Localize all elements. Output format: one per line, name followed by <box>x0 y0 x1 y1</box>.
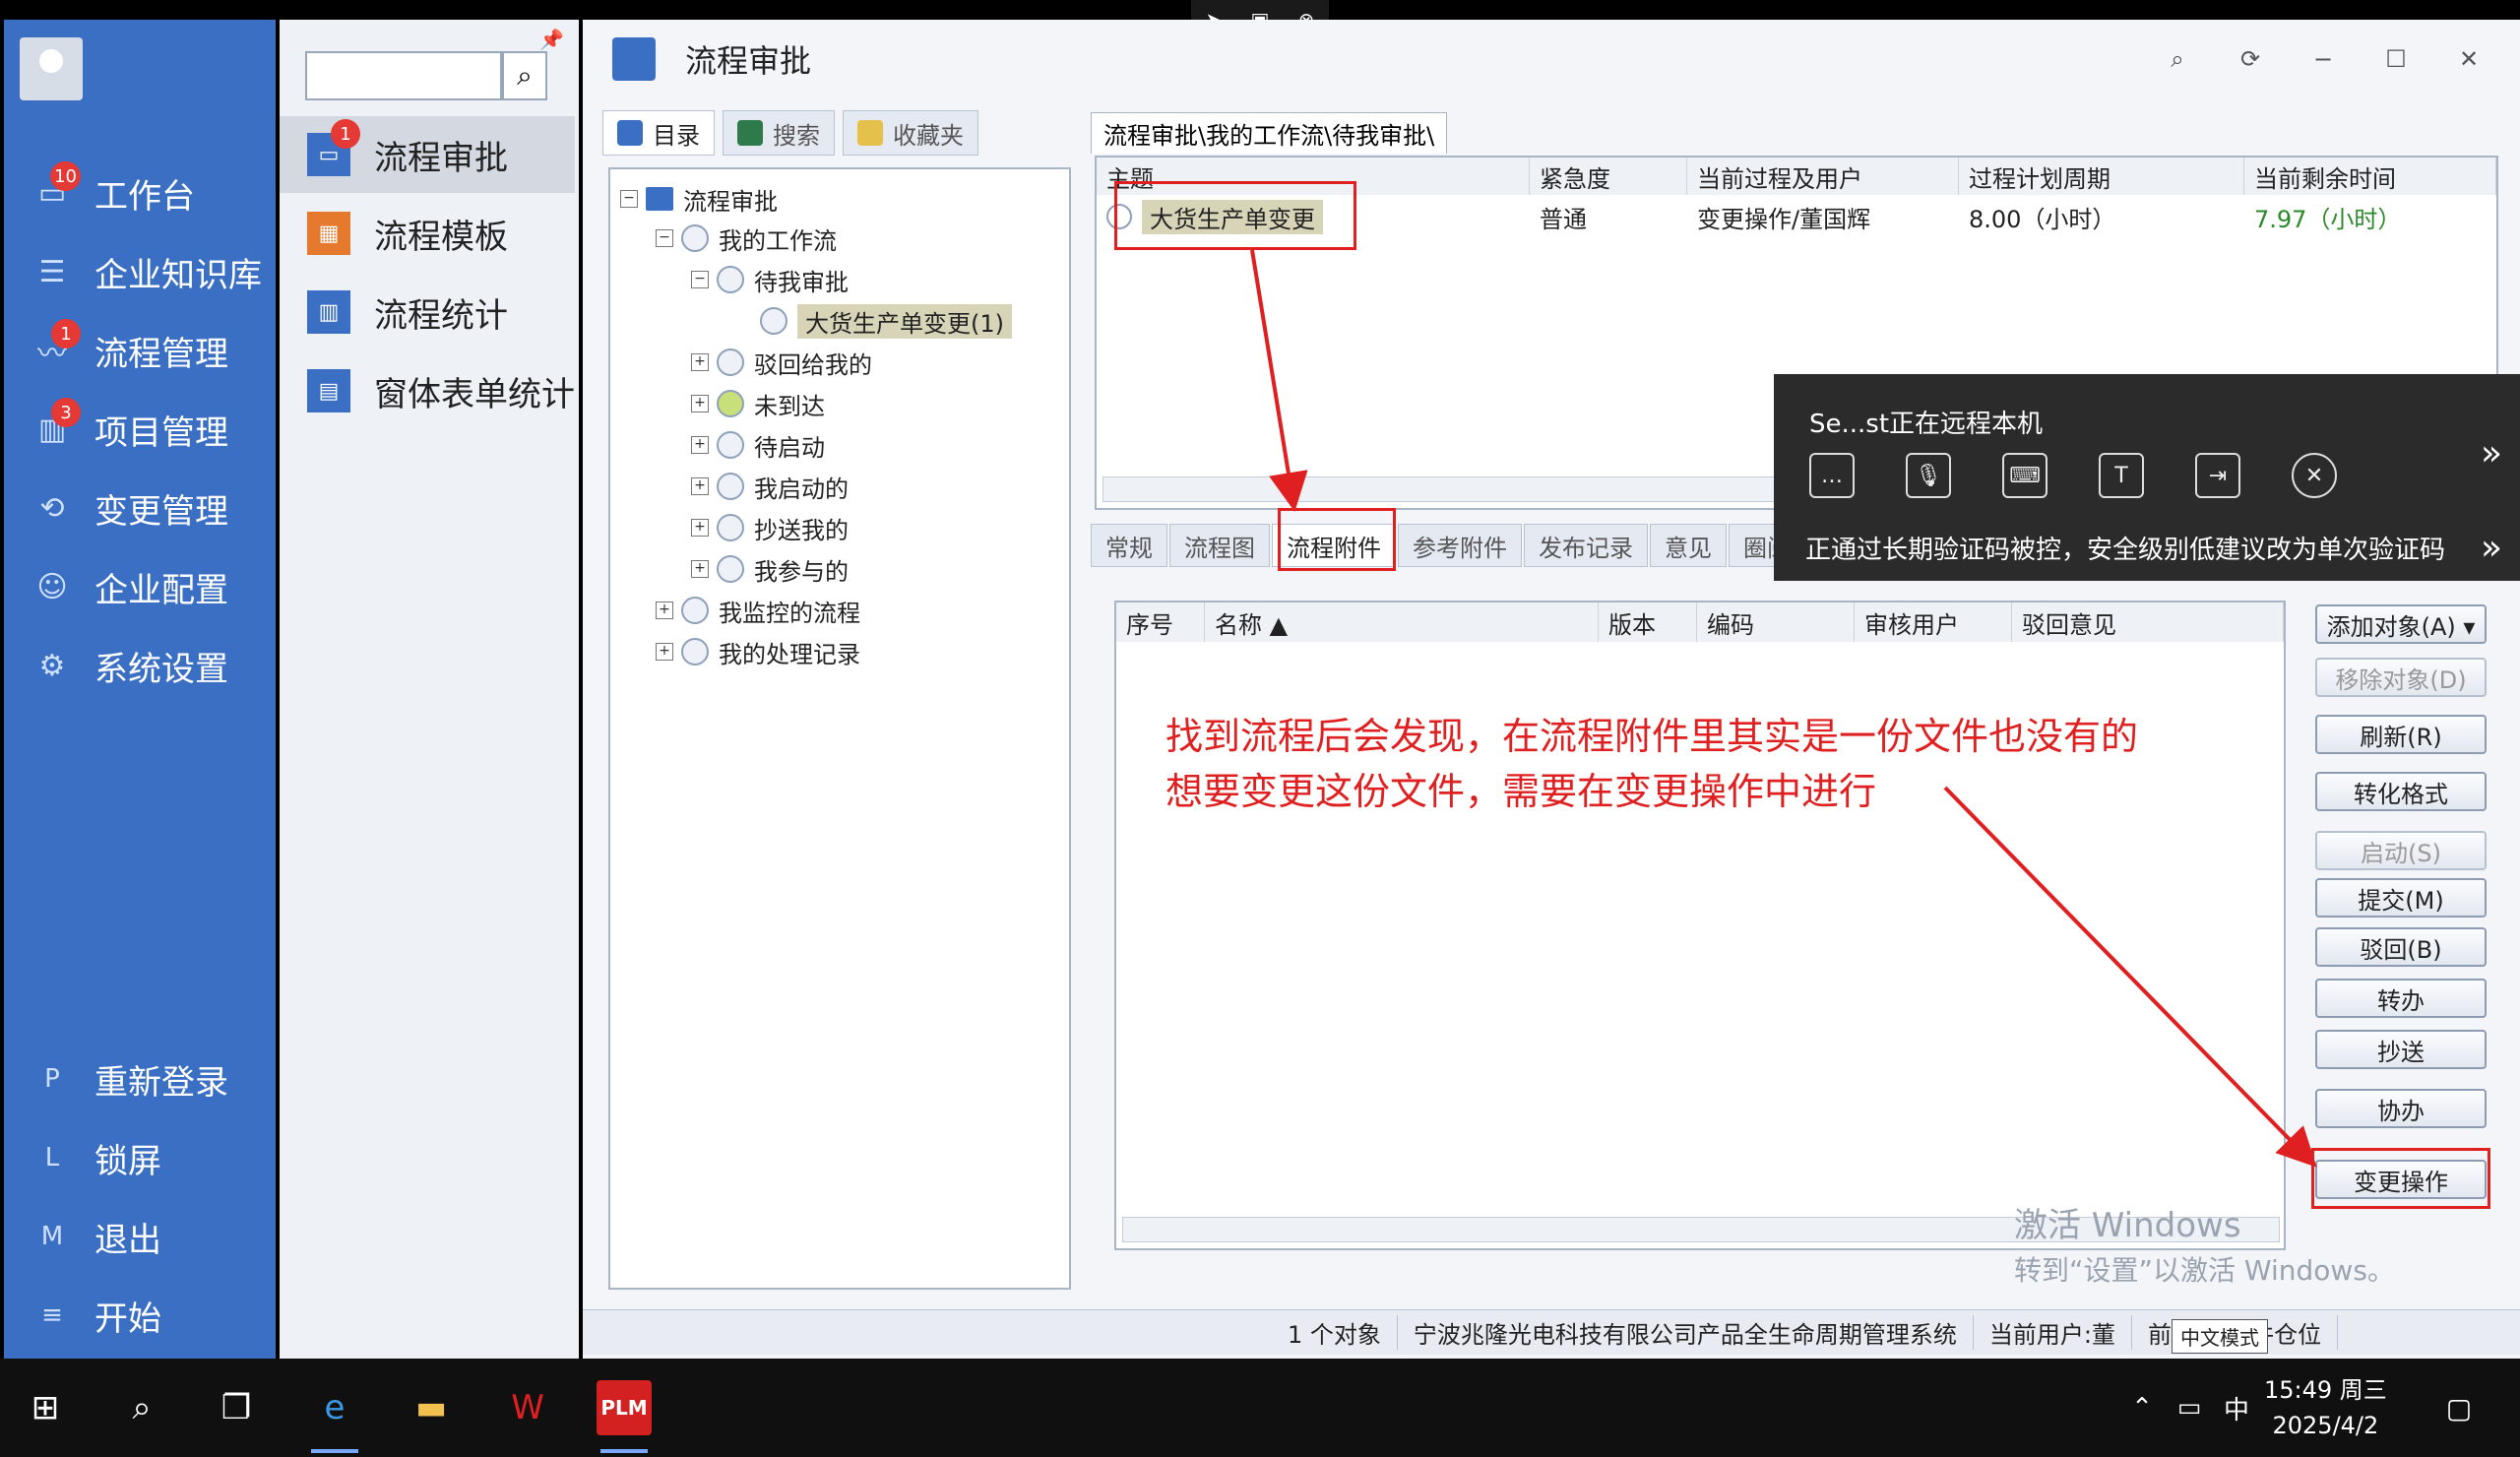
watermark-line: 激活 Windows <box>2014 1206 2241 1245</box>
remote-toolbar: … 🎙 ⌨ T ⇥ ✕ <box>1809 453 2337 498</box>
task-view-icon[interactable]: ❐ <box>209 1380 264 1435</box>
wps-icon[interactable]: W <box>500 1380 555 1435</box>
mic-icon[interactable]: 🎙 <box>1906 453 1951 498</box>
clock-time: 15:49 周三 <box>2264 1376 2387 1404</box>
keyboard-icon[interactable]: ⌨ <box>2002 453 2048 498</box>
text-icon[interactable]: T <box>2099 453 2144 498</box>
plm-app-icon[interactable]: PLM <box>597 1380 652 1453</box>
windows-activation-watermark: 激活 Windows 转到“设置”以激活 Windows。 <box>2014 1203 2395 1294</box>
notification-icon[interactable]: ▢ <box>2431 1380 2487 1435</box>
taskbar: ⊞ ⌕ ❐ e ▬ W PLM ⌃ ▭ 中 15:49 周三 2025/4/2 … <box>0 1359 2520 1457</box>
arrow-to-change-operation <box>1943 786 2317 1168</box>
watermark-line: 转到“设置”以激活 Windows。 <box>2014 1254 2395 1287</box>
remote-warning: 正通过长期验证码被控，安全级别低建议改为单次验证码 <box>1805 536 2446 565</box>
remote-user-text: Se...st正在远程本机 <box>1809 410 2044 439</box>
ie-browser-icon[interactable]: e <box>307 1380 362 1453</box>
windows-start-icon[interactable]: ⊞ <box>18 1380 73 1435</box>
annotation-text: 找到流程后会发现，在流程附件里其实是一份文件也没有的 想要变更这份文件，需要在变… <box>1166 709 2138 819</box>
annotation-line: 找到流程后会发现，在流程附件里其实是一份文件也没有的 <box>1166 715 2139 758</box>
annotation-line: 想要变更这份文件，需要在变更操作中进行 <box>1166 770 1877 813</box>
chevron-right-icon[interactable]: » <box>2481 433 2502 474</box>
ime-tooltip: 中文模式 <box>2172 1319 2268 1354</box>
folder-icon[interactable]: ⇥ <box>2195 453 2240 498</box>
close-icon[interactable]: ✕ <box>2292 453 2337 498</box>
clock-date: 2025/4/2 <box>2272 1412 2379 1439</box>
arrow-to-attachments-tab <box>1250 249 1308 512</box>
search-icon[interactable]: ⌕ <box>114 1380 169 1435</box>
screen: ➤ ▣ ⊗ ▭10 工作台 ☰ 企业知识库 〰1 流程管理 ▥3 项目管理 ⟲ … <box>0 0 2520 1457</box>
file-explorer-icon[interactable]: ▬ <box>404 1380 459 1435</box>
clock[interactable]: 15:49 周三 2025/4/2 <box>2264 1372 2387 1443</box>
ime-indicator[interactable]: 中 <box>2209 1380 2264 1435</box>
chat-icon[interactable]: … <box>1809 453 1855 498</box>
chevron-right-icon[interactable]: » <box>2481 528 2502 568</box>
remote-control-overlay: Se...st正在远程本机 … 🎙 ⌨ T ⇥ ✕ 正通过长期验证码被控，安全级… <box>1774 374 2520 581</box>
